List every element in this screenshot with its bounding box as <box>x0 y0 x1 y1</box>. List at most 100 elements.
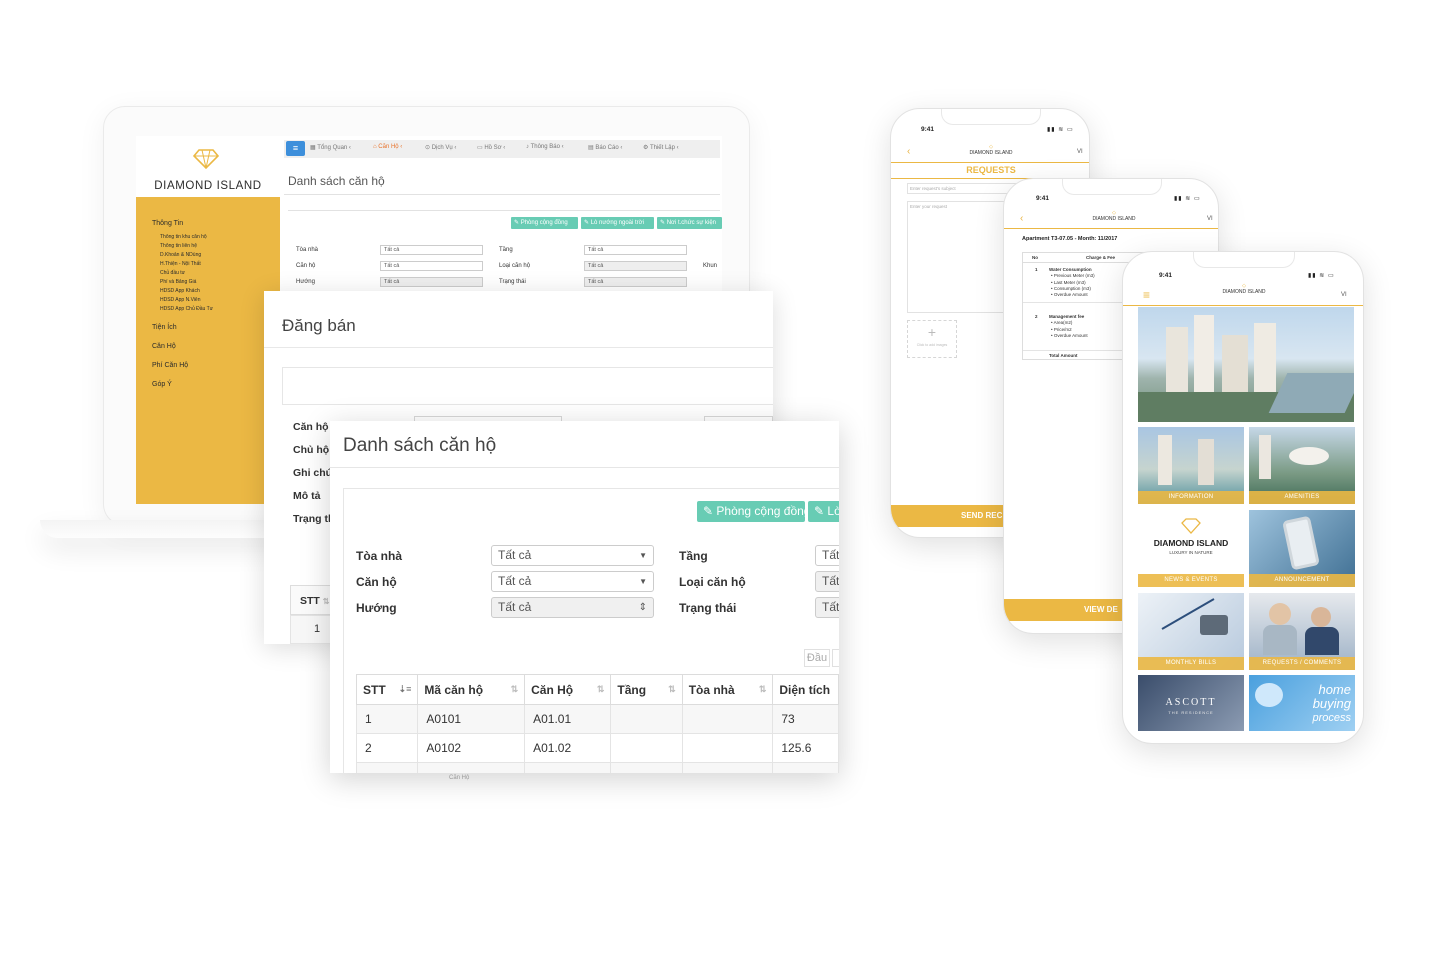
table-cell <box>610 704 683 734</box>
form-label: Căn hộ <box>293 421 329 433</box>
sidebar-subitem[interactable]: Chủ đầu tư <box>160 270 280 276</box>
hamburger-menu-icon[interactable]: ≡ <box>1143 288 1150 302</box>
select-value: Tất cả <box>498 548 532 562</box>
tile-ascott[interactable]: ASCOTT THE RESIDENCE <box>1138 675 1244 731</box>
sidebar-subitem[interactable]: Thông tin khu căn hộ <box>160 234 280 240</box>
trang-thai-select[interactable]: Tất <box>815 597 839 618</box>
phong-cong-dong-button[interactable]: ✎ Phòng cộng đồng <box>697 501 805 522</box>
can-ho-select[interactable]: Tất cả ▼ <box>491 571 654 592</box>
table-cell: 73 <box>772 704 839 734</box>
nav-dich-vu[interactable]: ⊙ Dịch Vụ ‹ <box>425 144 456 151</box>
table-cell: 125.6 <box>772 733 839 763</box>
group-item: • Previous Meter (m3) <box>1051 273 1095 279</box>
lo-nuong-button[interactable]: ✎ Lò nướng ngoài trời <box>581 217 654 229</box>
tile-label: ANNOUNCEMENT <box>1249 574 1355 587</box>
app-logo: ◇ DIAMOND ISLAND <box>1222 283 1266 295</box>
toa-nha-select[interactable]: Tất cả ▼ <box>491 545 654 566</box>
language-switch[interactable]: VI <box>1341 292 1347 298</box>
filter-label: Hướng <box>356 601 397 615</box>
column-header[interactable]: Mã căn hộ ⇅ <box>417 674 526 705</box>
table-row[interactable]: 1 A0101 A01.01 73 <box>355 704 839 734</box>
filter-label: Tầng <box>679 549 708 563</box>
sidebar: Thông Tin Thông tin khu căn hộ Thông tin… <box>136 197 280 504</box>
diamond-icon: ◇ <box>1242 283 1246 289</box>
divider <box>288 210 720 211</box>
huong-select[interactable]: Tất cả <box>380 277 483 287</box>
can-ho-select[interactable]: Tất cả <box>380 261 483 271</box>
column-header[interactable]: Tòa nhà ⇅ <box>681 674 774 705</box>
tile-amenities[interactable]: AMENITIES <box>1249 427 1355 504</box>
sidebar-item-thong-tin[interactable]: Thông Tin <box>152 220 280 227</box>
sidebar-item-tien-ich[interactable]: Tiện Ích <box>152 324 280 331</box>
sidebar-item-gop-y[interactable]: Góp Ý <box>152 381 280 388</box>
back-icon[interactable]: ‹ <box>907 146 910 157</box>
screen-title: REQUESTS <box>966 165 1016 175</box>
tile-requests-comments[interactable]: REQUESTS / COMMENTS <box>1249 593 1355 670</box>
sidebar-subitem[interactable]: H.Thiện - Nội Thất <box>160 261 280 267</box>
nav-thiet-lap[interactable]: ⚙ Thiết Lập ‹ <box>643 144 679 151</box>
nav-ho-so[interactable]: ▭ Hồ Sơ ‹ <box>477 144 505 151</box>
column-header[interactable]: Tầng ⇅ <box>610 674 683 705</box>
filter-label: Căn hộ <box>356 575 397 589</box>
noi-to-chuc-button[interactable]: ✎ Nơi t.chức sự kiện <box>657 217 722 229</box>
nav-bao-cao[interactable]: ▤ Báo Cáo ‹ <box>588 144 622 151</box>
diamond-icon: ◇ <box>1112 210 1116 216</box>
toa-nha-select[interactable]: Tất cả <box>380 245 483 255</box>
nav-tong-quan[interactable]: ▦ Tổng Quan ‹ <box>310 144 351 151</box>
huong-select[interactable]: Tất cả ⇕ <box>491 597 654 618</box>
language-switch[interactable]: VI <box>1077 149 1083 155</box>
sidebar-subitem[interactable]: HDSD App Chủ Đầu Tư <box>160 306 280 312</box>
brand-logo[interactable]: DIAMOND ISLAND <box>136 136 280 197</box>
lo-nuong-button[interactable]: ✎ Lò <box>808 501 839 522</box>
status-time: 9:41 <box>921 126 935 133</box>
table-cell <box>355 762 419 773</box>
tower-shape <box>1158 435 1172 485</box>
column-label: Tòa nhà <box>688 682 735 697</box>
plus-icon: + <box>927 324 937 340</box>
tile-monthly-bills[interactable]: MONTHLY BILLS <box>1138 593 1244 670</box>
form-label: Ghi chú <box>293 467 333 479</box>
filter-label: Tòa nhà <box>296 247 319 253</box>
sidebar-subitem[interactable]: Thông tin liên hệ <box>160 243 280 249</box>
back-icon[interactable]: ‹ <box>1020 213 1023 224</box>
column-label: No <box>1032 255 1038 260</box>
person-shape <box>1311 607 1331 627</box>
sort-icon: ⇅ <box>758 684 767 694</box>
sidebar-item-phi-can-ho[interactable]: Phí Căn Hộ <box>152 362 280 369</box>
sidebar-item-can-ho[interactable]: Căn Hộ <box>152 343 280 350</box>
divider <box>343 488 839 489</box>
table-cell <box>772 762 839 773</box>
add-image-button[interactable]: + Click to add images <box>907 320 957 358</box>
tile-home-buying[interactable]: home buying process <box>1249 675 1355 731</box>
column-header[interactable]: Diện tích <box>772 674 839 705</box>
loai-can-ho-select[interactable]: Tất <box>815 571 839 592</box>
loai-can-ho-select[interactable]: Tất cả <box>584 261 687 271</box>
tile-label: NEWS & EVENTS <box>1138 574 1244 587</box>
pager-button[interactable] <box>832 649 839 667</box>
trang-thai-select[interactable]: Tất cả <box>584 277 687 287</box>
sidebar-subitem[interactable]: Phí và Bảng Giá <box>160 279 280 285</box>
nav-thong-bao[interactable]: ♪ Thông Báo ‹ <box>526 144 564 150</box>
tang-select[interactable]: Tất <box>815 545 839 566</box>
nav-label: Hồ Sơ ‹ <box>484 145 506 151</box>
sort-icon: ⇅ <box>596 684 605 694</box>
tile-news-events[interactable]: DIAMOND ISLAND LUXURY IN NATURE NEWS & E… <box>1138 510 1244 587</box>
tang-select[interactable]: Tất cả <box>584 245 687 255</box>
phong-cong-dong-button[interactable]: ✎ Phòng cộng đồng <box>511 217 578 229</box>
filter-label: Loại căn hộ <box>499 263 531 269</box>
table-row[interactable] <box>355 762 839 773</box>
person-shape <box>1305 627 1339 655</box>
menu-toggle-button[interactable]: ≡ <box>286 141 305 156</box>
language-switch[interactable]: VI <box>1207 216 1213 222</box>
tile-announcement[interactable]: ANNOUNCEMENT <box>1249 510 1355 587</box>
select-value: Tất cả <box>498 600 532 614</box>
table-row[interactable]: 2 A0102 A01.02 125.6 <box>355 733 839 763</box>
column-header[interactable]: Căn Hộ ⇅ <box>524 674 612 705</box>
sidebar-subitem[interactable]: HDSD App N.Viên <box>160 297 280 303</box>
sidebar-subitem[interactable]: D.Khoản & NDùng <box>160 252 280 258</box>
sidebar-subitem[interactable]: HDSD App Khách <box>160 288 280 294</box>
pager-first-button[interactable]: Đầu <box>804 649 830 667</box>
column-header[interactable]: STT ⇣≡ <box>355 674 419 705</box>
tile-information[interactable]: INFORMATION <box>1138 427 1244 504</box>
nav-can-ho[interactable]: ⌂ Căn Hộ ‹ <box>373 144 402 150</box>
